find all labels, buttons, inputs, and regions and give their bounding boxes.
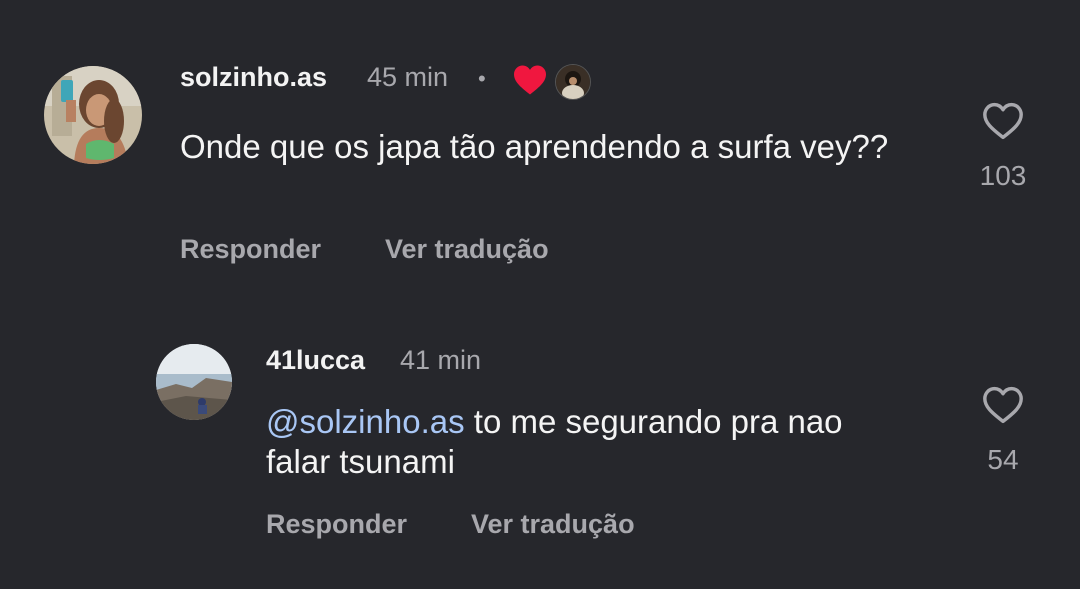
reply-time: 41 min [400, 345, 482, 375]
heart-outline-icon[interactable] [981, 385, 1025, 430]
avatar-solzinho[interactable] [44, 66, 142, 164]
translate-button[interactable]: Ver tradução [471, 509, 635, 540]
mention-link[interactable]: @solzinho.as [266, 403, 465, 440]
reply-text: @solzinho.as to me segurando pra nao fal… [266, 402, 906, 482]
reply-username[interactable]: 41lucca [266, 345, 365, 376]
like-count: 54 [987, 444, 1019, 475]
comment-username[interactable]: solzinho.as [180, 62, 327, 93]
creator-avatar-icon [555, 64, 591, 100]
comment-text: Onde que os japa tão aprendendo a surfa … [180, 128, 889, 165]
separator-dot: • [478, 66, 486, 91]
comment-time: 45 min [367, 62, 449, 92]
avatar-41lucca[interactable] [156, 344, 232, 420]
avatar-image [156, 344, 232, 420]
avatar-image [44, 66, 142, 164]
heart-filled-icon [512, 64, 548, 101]
like-count: 103 [979, 160, 1027, 191]
reply-button[interactable]: Responder [266, 509, 407, 540]
heart-outline-icon[interactable] [981, 101, 1025, 146]
reply-button[interactable]: Responder [180, 234, 321, 265]
translate-button[interactable]: Ver tradução [385, 234, 549, 265]
